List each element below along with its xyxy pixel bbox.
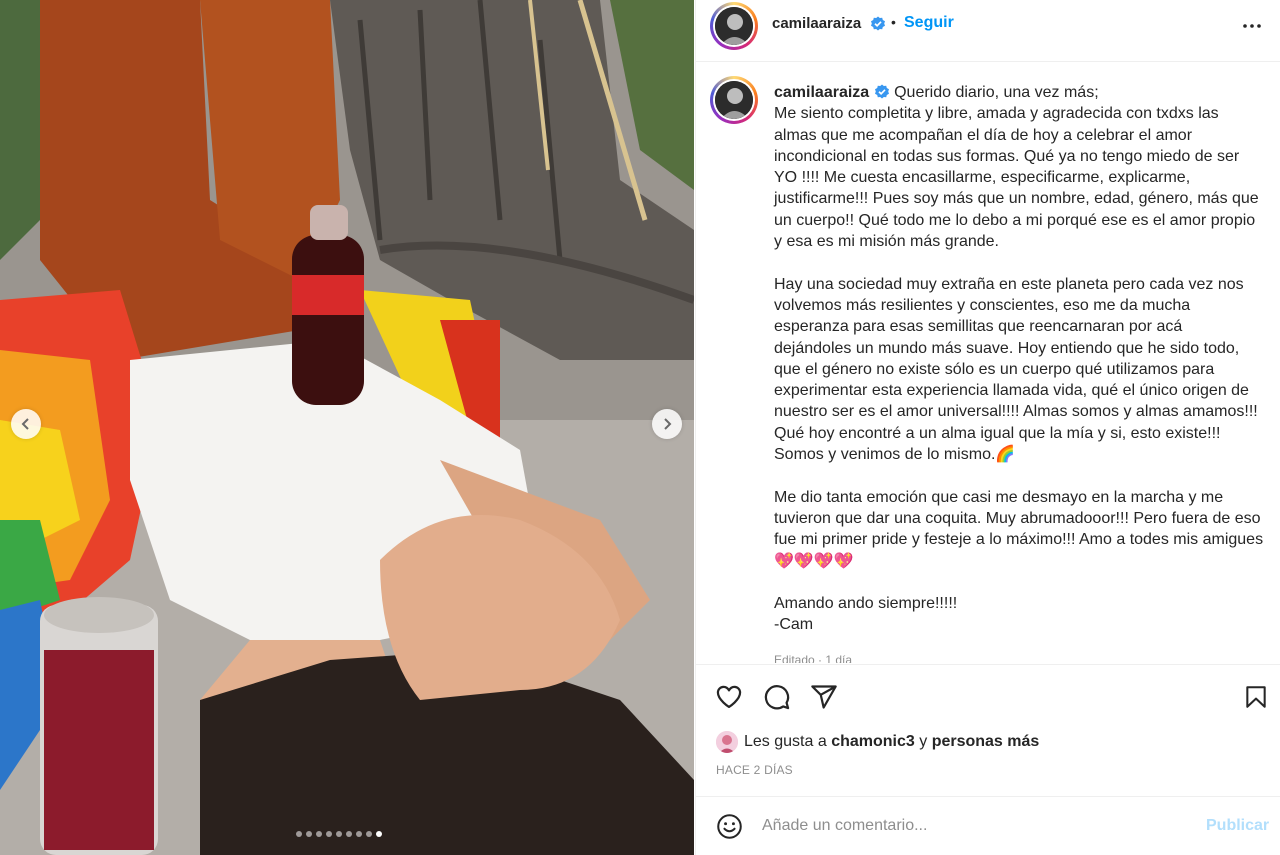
likes-others-link[interactable]: personas más xyxy=(932,733,1040,751)
separator-dot: • xyxy=(891,14,896,30)
chevron-right-icon xyxy=(664,418,672,430)
add-comment-bar: Publicar xyxy=(696,796,1280,855)
carousel-dot xyxy=(316,831,322,837)
caption-paragraph: -Cam xyxy=(774,616,814,634)
caption-paragraph: Hay una sociedad muy extraña en este pla… xyxy=(774,275,1258,464)
post-photo[interactable] xyxy=(0,0,694,855)
photo-scene xyxy=(0,0,694,855)
comments-section: camilaaraiza Querido diario, una vez más… xyxy=(696,63,1280,663)
post-header: camilaaraiza • Seguir xyxy=(696,0,1280,62)
caption-paragraph: Me dio tanta emoción que casi me desmayo… xyxy=(774,488,1264,570)
chevron-left-icon xyxy=(21,418,29,430)
caption-paragraph: Me siento completita y libre, amada y ag… xyxy=(774,105,1259,251)
verified-badge-icon xyxy=(874,84,889,99)
comment-icon[interactable] xyxy=(763,683,791,711)
carousel-next-button[interactable] xyxy=(652,409,682,439)
avatar xyxy=(715,7,753,45)
likes-summary: Les gusta a chamonic3 y personas más xyxy=(716,731,1039,753)
publish-button[interactable]: Publicar xyxy=(1206,817,1269,835)
post-details-panel: camilaaraiza • Seguir camilaaraiza Queri… xyxy=(695,0,1280,855)
carousel-indicators xyxy=(296,831,382,837)
username[interactable]: camilaaraiza xyxy=(772,15,861,32)
carousel-dot xyxy=(366,831,372,837)
send-icon[interactable] xyxy=(810,683,838,711)
emoji-icon[interactable] xyxy=(716,813,743,840)
carousel-dot-active xyxy=(376,831,382,837)
liker-username[interactable]: chamonic3 xyxy=(831,733,915,751)
heart-icon[interactable] xyxy=(715,683,743,711)
action-bar xyxy=(696,664,1280,724)
caption-text: Querido diario, una vez más; xyxy=(894,84,1099,101)
caption-paragraph: Amando ando siempre!!!!! xyxy=(774,595,958,613)
caption-story-ring[interactable] xyxy=(710,76,758,124)
carousel-dot xyxy=(356,831,362,837)
carousel-dot xyxy=(326,831,332,837)
comment-input[interactable] xyxy=(762,811,1192,841)
post-timestamp[interactable]: HACE 2 DÍAS xyxy=(716,763,793,777)
follow-button[interactable]: Seguir xyxy=(904,14,954,32)
post-caption: camilaaraiza Querido diario, una vez más… xyxy=(774,82,1264,636)
caption-username[interactable]: camilaaraiza xyxy=(774,84,869,101)
more-options-icon[interactable] xyxy=(1242,20,1262,40)
verified-badge-icon xyxy=(871,16,885,31)
likes-prefix: Les gusta a xyxy=(744,733,827,750)
bookmark-icon[interactable] xyxy=(1243,683,1269,711)
likes-joiner: y xyxy=(919,733,928,750)
edited-label: Editado · 1 día xyxy=(774,653,853,663)
story-ring[interactable] xyxy=(710,2,758,50)
liker-avatar[interactable] xyxy=(716,731,738,753)
caption-avatar xyxy=(715,81,753,119)
carousel-dot xyxy=(346,831,352,837)
carousel-dot xyxy=(296,831,302,837)
carousel-dot xyxy=(336,831,342,837)
carousel-dot xyxy=(306,831,312,837)
carousel-prev-button[interactable] xyxy=(11,409,41,439)
